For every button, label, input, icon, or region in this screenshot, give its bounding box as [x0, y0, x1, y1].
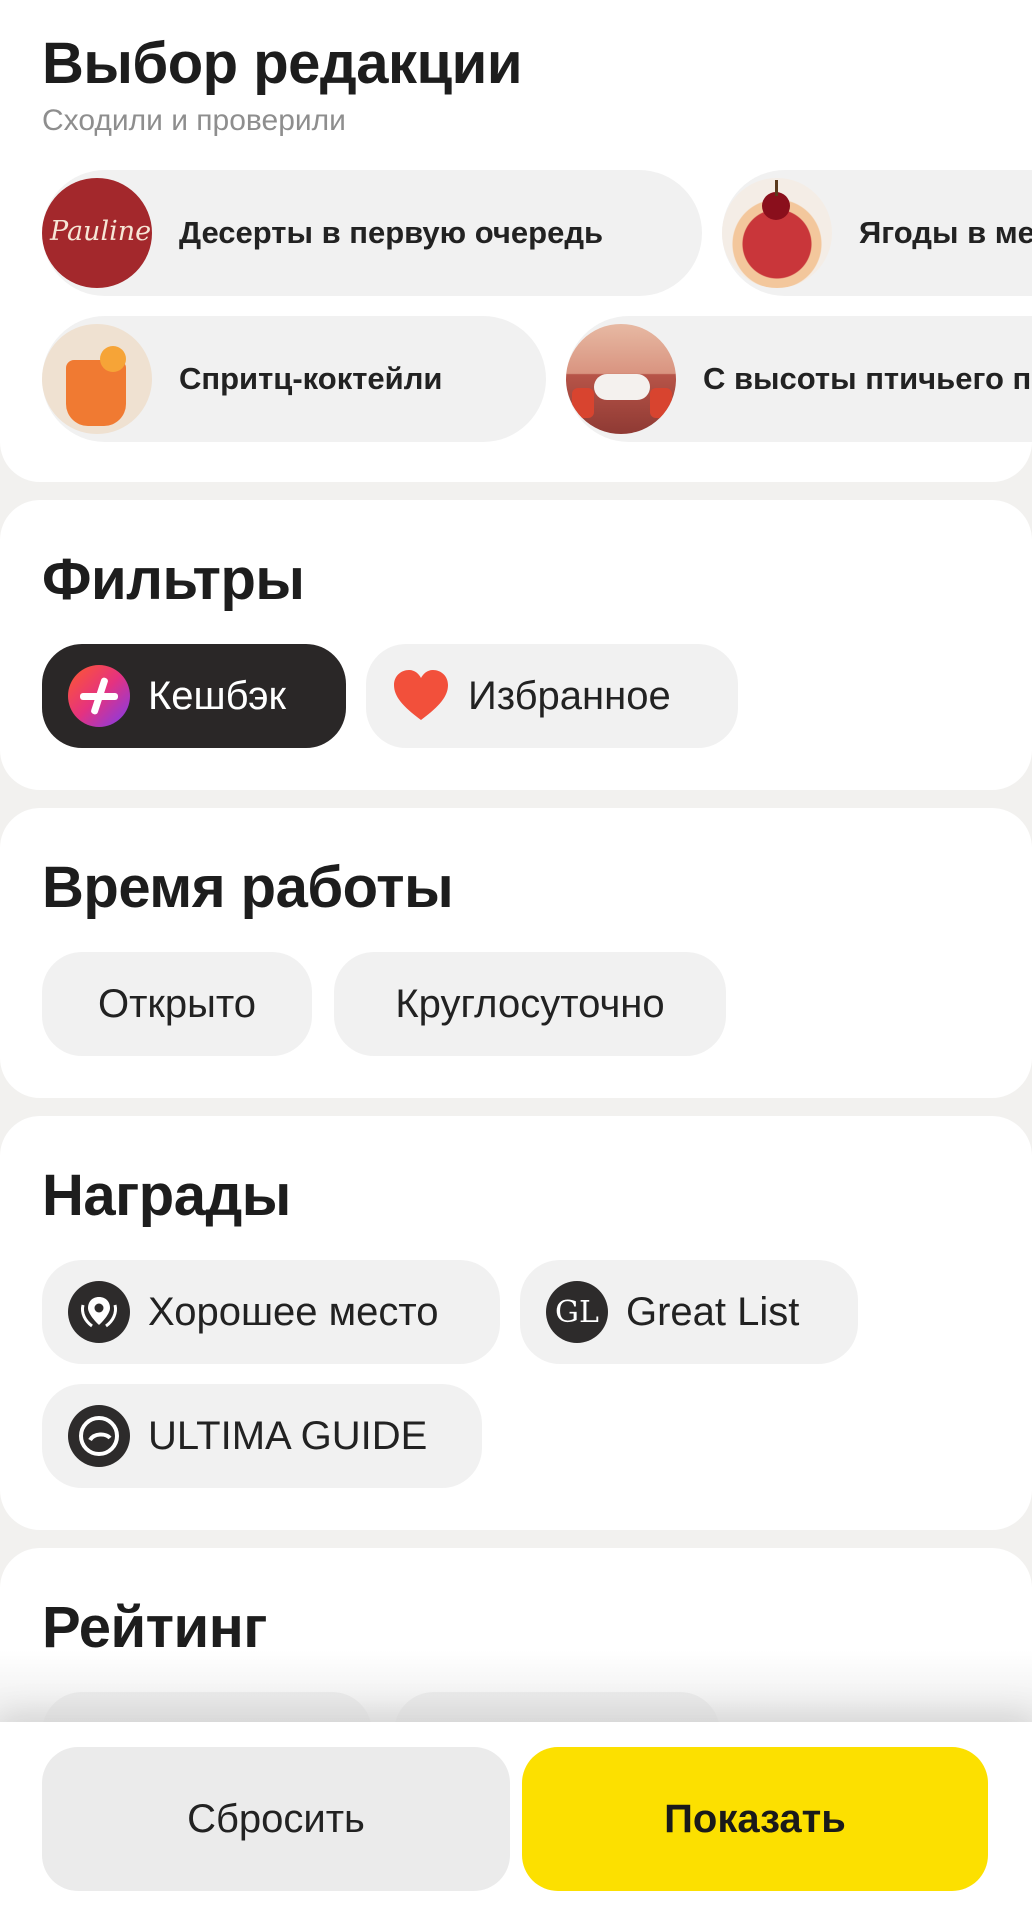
- open-now-chip[interactable]: Открыто: [42, 952, 312, 1056]
- hours-title: Время работы: [42, 855, 454, 920]
- collections-row-2: Спритц-коктейли С высоты птичьего полёта: [42, 316, 1032, 442]
- ultima-guide-icon: [68, 1405, 130, 1467]
- reset-label: Сбросить: [187, 1796, 365, 1841]
- cashback-chip[interactable]: Кешбэк: [42, 644, 346, 748]
- collections-row-1: Pauline Десерты в первую очередь Ягоды в…: [42, 170, 1032, 296]
- good-place-chip[interactable]: Хорошее место: [42, 1260, 500, 1364]
- show-label: Показать: [664, 1796, 846, 1841]
- collection-berries[interactable]: Ягоды в меню: [722, 170, 1032, 296]
- great-list-chip[interactable]: GL Great List: [520, 1260, 858, 1364]
- editorial-card: Выбор редакции Сходили и проверили Pauli…: [0, 0, 1032, 482]
- open-now-label: Открыто: [97, 981, 257, 1026]
- heart-icon: [392, 668, 450, 724]
- great-list-icon: GL: [546, 1281, 608, 1343]
- reset-button[interactable]: Сбросить: [42, 1747, 510, 1891]
- show-button[interactable]: Показать: [522, 1747, 988, 1891]
- editorial-subtitle: Сходили и проверили: [42, 104, 346, 137]
- ultima-guide-chip[interactable]: ULTIMA GUIDE: [42, 1384, 482, 1488]
- filters-card: Фильтры Кешбэк Избранное: [0, 500, 1032, 790]
- pauline-logo-text: Pauline: [50, 216, 152, 247]
- round-the-clock-chip[interactable]: Круглосуточно: [334, 952, 726, 1056]
- bottom-action-bar: Сбросить Показать: [0, 1722, 1032, 1920]
- great-list-label: Great List: [626, 1289, 800, 1334]
- editorial-title: Выбор редакции: [42, 31, 522, 96]
- favorites-label: Избранное: [468, 673, 671, 718]
- spritz-cocktail-photo: [42, 324, 152, 434]
- collection-label: С высоты птичьего полёта: [703, 361, 1032, 396]
- collection-label: Спритц-коктейли: [179, 361, 443, 396]
- collection-desserts[interactable]: Pauline Десерты в первую очередь: [42, 170, 702, 296]
- awards-title: Награды: [42, 1163, 291, 1228]
- rooftop-restaurant-photo: [566, 324, 676, 434]
- filters-title: Фильтры: [42, 547, 305, 612]
- ultima-guide-label: ULTIMA GUIDE: [148, 1413, 428, 1458]
- collection-rooftop[interactable]: С высоты птичьего полёта: [566, 316, 1032, 442]
- cashback-plus-icon: [68, 665, 130, 727]
- favorites-chip[interactable]: Избранное: [366, 644, 738, 748]
- good-place-label: Хорошее место: [148, 1289, 439, 1334]
- round-the-clock-label: Круглосуточно: [395, 981, 665, 1026]
- scroll-fade: [0, 1650, 1032, 1722]
- great-list-icon-text: GL: [555, 1294, 599, 1330]
- collection-spritz[interactable]: Спритц-коктейли: [42, 316, 546, 442]
- good-place-icon: [68, 1281, 130, 1343]
- cashback-label: Кешбэк: [148, 673, 287, 718]
- awards-card: Награды Хорошее место GL Great List ULTI…: [0, 1116, 1032, 1530]
- collection-label: Десерты в первую очередь: [179, 215, 604, 250]
- hours-card: Время работы Открыто Круглосуточно: [0, 808, 1032, 1098]
- pauline-logo: Pauline: [42, 178, 152, 288]
- collection-label: Ягоды в меню: [859, 215, 1032, 250]
- cherry-tart-photo: [722, 178, 832, 288]
